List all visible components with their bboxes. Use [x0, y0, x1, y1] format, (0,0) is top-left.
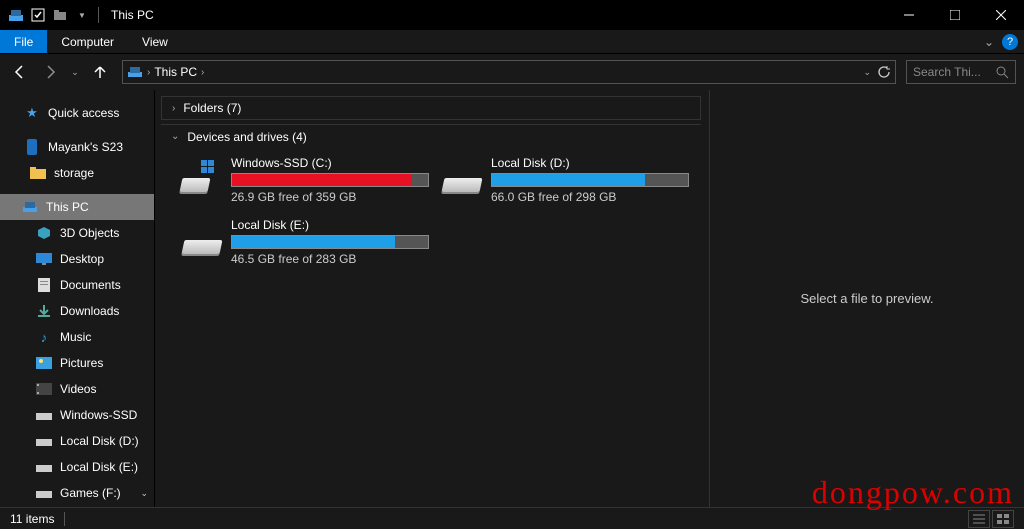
maximize-button[interactable]: [932, 0, 978, 30]
this-pc-icon: [22, 199, 38, 215]
chevron-right-icon[interactable]: ›: [147, 67, 150, 78]
sidebar-item-windows-ssd[interactable]: Windows-SSD: [0, 402, 154, 428]
group-drives-label: Devices and drives (4): [187, 130, 306, 144]
content-pane: › Folders (7) ⌄ Devices and drives (4) W…: [155, 90, 710, 507]
tab-file[interactable]: File: [0, 30, 47, 53]
search-icon: [996, 66, 1009, 79]
ribbon-expand-icon[interactable]: ⌄: [984, 35, 994, 49]
search-input[interactable]: Search Thi...: [906, 60, 1016, 84]
qat-dropdown-icon[interactable]: ▼: [74, 7, 90, 23]
nav-bar: ⌄ › This PC › ⌄ Search Thi...: [0, 54, 1024, 90]
minimize-button[interactable]: [886, 0, 932, 30]
group-folders[interactable]: › Folders (7): [161, 96, 701, 120]
chevron-down-icon[interactable]: ⌄: [140, 488, 148, 499]
back-button[interactable]: [8, 60, 32, 84]
desktop-icon: [36, 251, 52, 267]
address-dropdown-icon[interactable]: ⌄: [863, 67, 871, 78]
sidebar-item-games-f[interactable]: Games (F:)⌄: [0, 480, 154, 506]
sidebar-item-quick-access[interactable]: ★Quick access: [0, 100, 154, 126]
chevron-right-icon: ›: [172, 103, 175, 114]
forward-button[interactable]: [38, 60, 62, 84]
search-placeholder: Search Thi...: [913, 65, 996, 79]
address-bar[interactable]: › This PC › ⌄: [122, 60, 896, 84]
sidebar-item-downloads[interactable]: Downloads: [0, 298, 154, 324]
drive-free-space: 26.9 GB free of 359 GB: [231, 190, 429, 204]
view-details-button[interactable]: [968, 510, 990, 528]
drive-name: Local Disk (E:): [231, 218, 429, 232]
preview-pane: Select a file to preview.: [710, 90, 1024, 507]
drive-icon: [441, 156, 483, 192]
phone-icon: [24, 139, 40, 155]
preview-placeholder: Select a file to preview.: [801, 291, 934, 306]
cube-icon: [36, 225, 52, 241]
sidebar-item-3d-objects[interactable]: 3D Objects: [0, 220, 154, 246]
sidebar-item-desktop[interactable]: Desktop: [0, 246, 154, 272]
downloads-icon: [36, 303, 52, 319]
drive-icon: [181, 156, 223, 192]
drive-item[interactable]: Local Disk (E:) 46.5 GB free of 283 GB: [175, 214, 435, 270]
drive-usage-bar: [231, 235, 429, 249]
tab-view[interactable]: View: [128, 30, 182, 53]
recent-dropdown-icon[interactable]: ⌄: [68, 60, 82, 84]
sidebar-item-phone[interactable]: Mayank's S23: [0, 134, 154, 160]
this-pc-icon: [127, 64, 143, 80]
videos-icon: [36, 381, 52, 397]
window-title: This PC: [111, 8, 154, 22]
drive-free-space: 66.0 GB free of 298 GB: [491, 190, 689, 204]
drive-item[interactable]: Windows-SSD (C:) 26.9 GB free of 359 GB: [175, 152, 435, 208]
drive-name: Windows-SSD (C:): [231, 156, 429, 170]
drive-icon: [36, 433, 52, 449]
breadcrumb-this-pc[interactable]: This PC: [154, 65, 197, 79]
drive-icon: [36, 459, 52, 475]
drive-name: Local Disk (D:): [491, 156, 689, 170]
up-button[interactable]: [88, 60, 112, 84]
music-icon: ♪: [36, 329, 52, 345]
group-drives[interactable]: ⌄ Devices and drives (4): [161, 124, 701, 148]
close-button[interactable]: [978, 0, 1024, 30]
sidebar-item-music[interactable]: ♪Music: [0, 324, 154, 350]
drive-item[interactable]: Local Disk (D:) 66.0 GB free of 298 GB: [435, 152, 695, 208]
sidebar-item-documents[interactable]: Documents: [0, 272, 154, 298]
sidebar-item-this-pc[interactable]: This PC: [0, 194, 154, 220]
refresh-icon[interactable]: [877, 65, 891, 79]
sidebar-item-pictures[interactable]: Pictures: [0, 350, 154, 376]
drive-icon: [181, 218, 223, 254]
group-folders-label: Folders (7): [183, 101, 241, 115]
documents-icon: [36, 277, 52, 293]
drive-usage-bar: [491, 173, 689, 187]
qat-properties-icon[interactable]: [30, 7, 46, 23]
status-item-count: 11 items: [10, 512, 54, 526]
tab-computer[interactable]: Computer: [47, 30, 128, 53]
sidebar-item-local-d[interactable]: Local Disk (D:): [0, 428, 154, 454]
drive-icon: [36, 407, 52, 423]
sidebar-item-local-e[interactable]: Local Disk (E:): [0, 454, 154, 480]
sidebar-item-storage[interactable]: storage: [0, 160, 154, 186]
drive-free-space: 46.5 GB free of 283 GB: [231, 252, 429, 266]
help-icon[interactable]: ?: [1002, 34, 1018, 50]
drive-icon: [36, 485, 52, 501]
status-bar: 11 items: [0, 507, 1024, 529]
ribbon-tabs: File Computer View ⌄ ?: [0, 30, 1024, 54]
folder-icon: [30, 165, 46, 181]
nav-tree: ★Quick access Mayank's S23 storage This …: [0, 90, 155, 507]
app-icon: [8, 7, 24, 23]
title-bar: ▼ This PC: [0, 0, 1024, 30]
qat-newfolder-icon[interactable]: [52, 7, 68, 23]
view-large-button[interactable]: [992, 510, 1014, 528]
sidebar-item-videos[interactable]: Videos: [0, 376, 154, 402]
drive-usage-bar: [231, 173, 429, 187]
chevron-down-icon: ⌄: [171, 131, 179, 142]
star-icon: ★: [24, 105, 40, 121]
chevron-right-icon[interactable]: ›: [201, 67, 204, 78]
pictures-icon: [36, 355, 52, 371]
